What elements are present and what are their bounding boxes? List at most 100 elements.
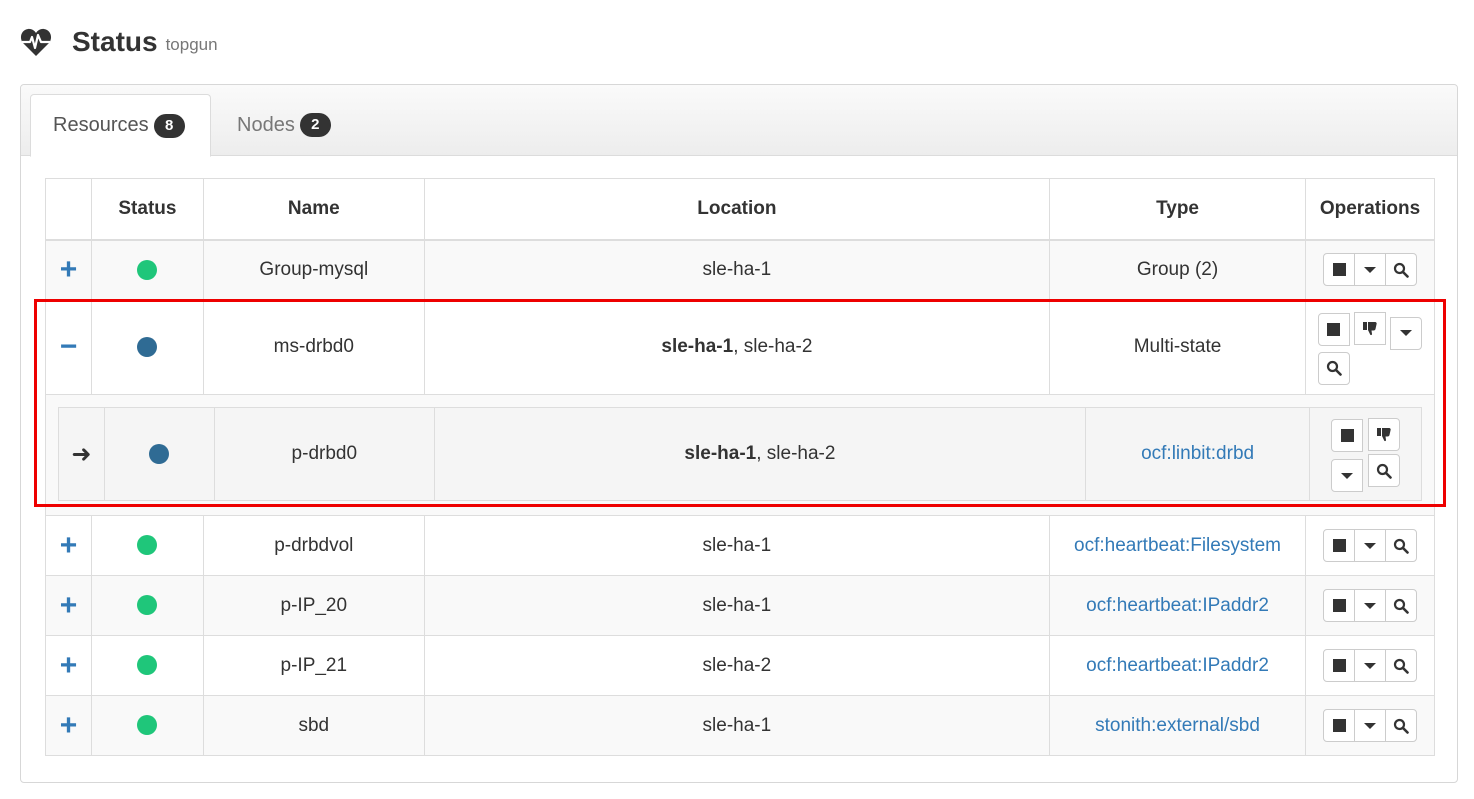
resource-location: sle-ha-1 bbox=[423, 515, 1051, 576]
operations-group bbox=[1331, 416, 1400, 493]
stop-icon bbox=[1327, 323, 1341, 336]
stop-icon bbox=[1332, 599, 1346, 612]
table-row: + sbd sle-ha-1 stonith:external/sbd bbox=[45, 695, 1435, 756]
search-icon bbox=[1393, 538, 1409, 554]
stop-icon bbox=[1332, 539, 1346, 552]
more-actions-button[interactable] bbox=[1354, 649, 1386, 682]
nodes-count-badge: 2 bbox=[299, 113, 331, 137]
status-indicator bbox=[149, 443, 170, 464]
status-indicator bbox=[137, 655, 158, 676]
status-indicator bbox=[137, 535, 158, 556]
stop-icon bbox=[1340, 429, 1354, 443]
resource-type-link[interactable]: stonith:external/sbd bbox=[1095, 715, 1260, 736]
resource-type-link[interactable]: ocf:linbit:drbd bbox=[1141, 443, 1254, 464]
child-resources-table: ➜ p-drbd0 sle-ha-1, sle-ha-2 ocf:linbit:… bbox=[58, 407, 1422, 501]
resource-type-link[interactable]: ocf:heartbeat:IPaddr2 bbox=[1086, 595, 1269, 616]
caret-down-icon bbox=[1364, 722, 1376, 729]
status-indicator bbox=[137, 715, 158, 736]
stop-button[interactable] bbox=[1317, 313, 1350, 346]
resource-type: Multi-state bbox=[1049, 299, 1306, 395]
details-button[interactable] bbox=[1317, 351, 1350, 385]
operations-group bbox=[1323, 649, 1417, 682]
stop-button[interactable] bbox=[1323, 709, 1355, 742]
status-indicator bbox=[137, 336, 158, 357]
operations-group bbox=[1323, 253, 1417, 287]
resource-location: sle-ha-1 bbox=[423, 239, 1051, 300]
table-row: + p-IP_20 sle-ha-1 ocf:heartbeat:IPaddr2 bbox=[45, 575, 1435, 636]
resource-type: Group (2) bbox=[1049, 239, 1306, 300]
search-icon bbox=[1326, 360, 1342, 376]
status-indicator bbox=[137, 595, 158, 616]
resources-count-badge: 8 bbox=[153, 113, 185, 138]
stop-icon bbox=[1332, 263, 1346, 277]
column-header-operations: Operations bbox=[1305, 178, 1435, 241]
arrow-right-icon: ➜ bbox=[71, 440, 92, 468]
resource-name: p-drbdvol bbox=[202, 515, 425, 576]
search-icon bbox=[1393, 718, 1409, 734]
resource-name: ms-drbd0 bbox=[202, 299, 425, 395]
resource-name: sbd bbox=[202, 695, 425, 756]
expand-icon[interactable]: + bbox=[60, 589, 78, 622]
expand-icon[interactable]: + bbox=[60, 529, 78, 562]
location-others: , sle-ha-2 bbox=[756, 443, 836, 464]
column-header-location[interactable]: Location bbox=[423, 178, 1051, 241]
resource-name: p-IP_20 bbox=[202, 575, 425, 636]
more-actions-button[interactable] bbox=[1331, 459, 1364, 493]
page-header: Status topgun bbox=[20, 22, 218, 62]
expand-icon[interactable]: + bbox=[60, 253, 78, 286]
stop-button[interactable] bbox=[1331, 419, 1364, 453]
resource-location: sle-ha-2 bbox=[423, 635, 1051, 696]
stop-button[interactable] bbox=[1323, 589, 1355, 622]
more-actions-button[interactable] bbox=[1354, 709, 1386, 742]
table-row: + p-drbdvol sle-ha-1 ocf:heartbeat:Files… bbox=[45, 515, 1435, 576]
column-header-type[interactable]: Type bbox=[1049, 178, 1306, 241]
demote-button[interactable] bbox=[1354, 311, 1386, 345]
caret-down-icon bbox=[1364, 266, 1376, 273]
details-button[interactable] bbox=[1385, 709, 1417, 742]
more-actions-button[interactable] bbox=[1390, 316, 1423, 350]
more-actions-button[interactable] bbox=[1354, 589, 1386, 622]
caret-down-icon bbox=[1364, 662, 1376, 669]
stop-button[interactable] bbox=[1323, 253, 1355, 287]
resource-name: p-IP_21 bbox=[202, 635, 425, 696]
cluster-name: topgun bbox=[165, 35, 218, 54]
resource-type-link[interactable]: ocf:heartbeat:IPaddr2 bbox=[1086, 655, 1269, 676]
tab-bar: Resources 8 Nodes 2 bbox=[21, 85, 1457, 157]
table-header-row: Status Name Location Type Operations bbox=[45, 178, 1435, 241]
details-button[interactable] bbox=[1385, 649, 1417, 682]
stop-button[interactable] bbox=[1323, 529, 1355, 562]
operations-group bbox=[1317, 310, 1423, 385]
expand-icon[interactable]: + bbox=[60, 709, 78, 742]
more-actions-button[interactable] bbox=[1354, 529, 1386, 562]
details-button[interactable] bbox=[1385, 253, 1417, 287]
child-row-container: ➜ p-drbd0 sle-ha-1, sle-ha-2 ocf:linbit:… bbox=[45, 394, 1435, 516]
stop-icon bbox=[1332, 719, 1346, 732]
demote-button[interactable] bbox=[1367, 417, 1400, 451]
page-title: Status bbox=[72, 26, 158, 57]
column-header-status[interactable]: Status bbox=[90, 178, 204, 241]
collapse-icon[interactable]: − bbox=[60, 330, 78, 363]
resources-table: Status Name Location Type Operations + G… bbox=[45, 178, 1435, 756]
expand-icon[interactable]: + bbox=[60, 649, 78, 682]
details-button[interactable] bbox=[1385, 529, 1417, 562]
operations-group bbox=[1323, 709, 1417, 742]
status-indicator bbox=[137, 259, 158, 280]
search-icon bbox=[1376, 463, 1392, 479]
resource-location: sle-ha-1 bbox=[423, 575, 1051, 636]
stop-button[interactable] bbox=[1323, 649, 1355, 682]
resource-type-link[interactable]: ocf:heartbeat:Filesystem bbox=[1074, 535, 1281, 556]
operations-group bbox=[1323, 589, 1417, 622]
column-header-name[interactable]: Name bbox=[202, 178, 425, 241]
caret-down-icon bbox=[1364, 542, 1376, 549]
tab-nodes[interactable]: Nodes 2 bbox=[215, 94, 353, 156]
details-button[interactable] bbox=[1385, 589, 1417, 622]
location-primary: sle-ha-1 bbox=[684, 443, 757, 464]
table-row: + Group-mysql sle-ha-1 Group (2) bbox=[45, 239, 1435, 300]
table-row: + p-IP_21 sle-ha-2 ocf:heartbeat:IPaddr2 bbox=[45, 635, 1435, 696]
table-row: ➜ p-drbd0 sle-ha-1, sle-ha-2 ocf:linbit:… bbox=[58, 407, 1422, 501]
status-panel: Resources 8 Nodes 2 Status Name Location… bbox=[20, 84, 1458, 783]
tab-resources[interactable]: Resources 8 bbox=[30, 94, 211, 157]
more-actions-button[interactable] bbox=[1354, 253, 1386, 287]
details-button[interactable] bbox=[1367, 454, 1400, 488]
search-icon bbox=[1393, 658, 1409, 674]
